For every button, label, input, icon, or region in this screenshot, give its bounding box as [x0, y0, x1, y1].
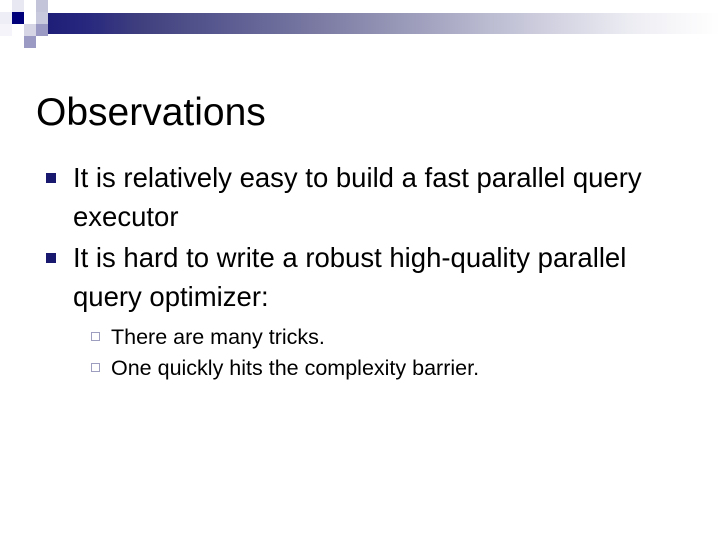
decorative-square: [24, 0, 36, 12]
decorative-square: [24, 24, 36, 36]
bullet-text: It is relatively easy to build a fast pa…: [73, 162, 642, 232]
page-title: Observations: [36, 91, 266, 135]
list-item: It is hard to write a robust high-qualit…: [44, 238, 684, 316]
decorative-square: [24, 12, 36, 24]
header-gradient-bar: [48, 13, 720, 34]
list-item: One quickly hits the complexity barrier.: [44, 353, 684, 384]
decorative-square: [36, 0, 48, 12]
decorative-square: [12, 0, 24, 12]
filled-square-bullet-icon: [46, 253, 56, 263]
slide-body: It is relatively easy to build a fast pa…: [44, 158, 684, 384]
filled-square-bullet-icon: [46, 173, 56, 183]
hollow-square-bullet-icon: [91, 363, 100, 372]
decorative-square: [0, 12, 12, 24]
slide-header-decoration: [0, 0, 720, 52]
bullet-text: It is hard to write a robust high-qualit…: [73, 242, 627, 312]
decorative-square: [0, 24, 12, 36]
list-item: There are many tricks.: [44, 322, 684, 353]
decorative-square: [12, 12, 24, 24]
list-item: It is relatively easy to build a fast pa…: [44, 158, 684, 236]
sub-bullet-text: One quickly hits the complexity barrier.: [111, 356, 480, 380]
hollow-square-bullet-icon: [91, 332, 100, 341]
decorative-square: [36, 24, 48, 36]
decorative-square: [24, 36, 36, 48]
decorative-square: [36, 12, 48, 24]
sub-bullet-text: There are many tricks.: [111, 325, 325, 349]
sub-bullet-list: There are many tricks. One quickly hits …: [44, 322, 684, 384]
